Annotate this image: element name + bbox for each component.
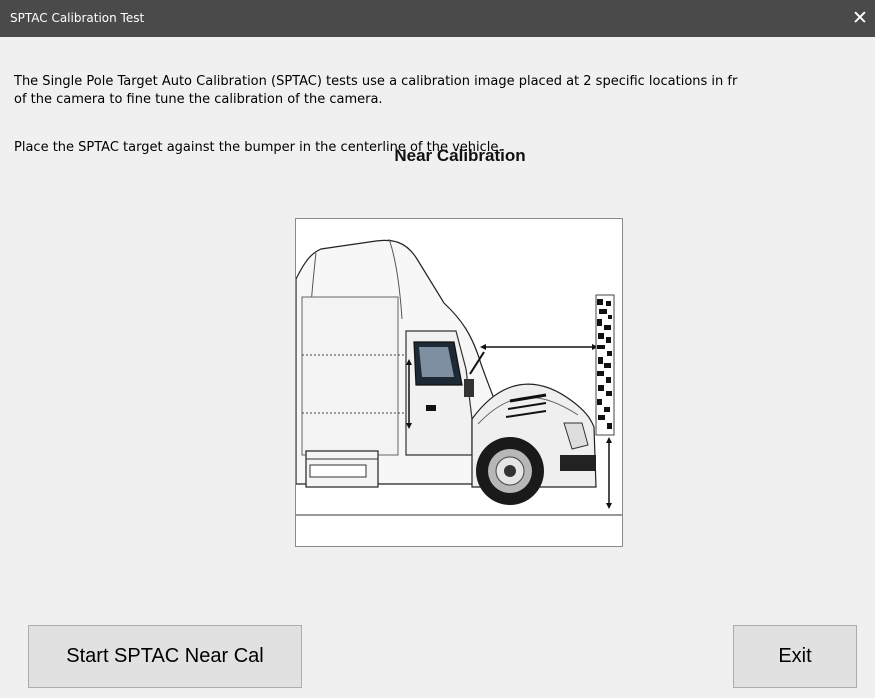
intro-text: The Single Pole Target Auto Calibration … (14, 73, 875, 109)
window-title: SPTAC Calibration Test (10, 11, 145, 25)
calibration-heading: Near Calibration (394, 146, 526, 165)
title-bar: SPTAC Calibration Test ✕ (0, 0, 875, 37)
calibration-illustration (295, 218, 623, 547)
dialog-window: SPTAC Calibration Test ✕ The Single Pole… (0, 0, 875, 698)
truck-calibration-icon (296, 219, 622, 546)
exit-button[interactable]: Exit (733, 625, 857, 688)
start-sptac-near-cal-button[interactable]: Start SPTAC Near Cal (28, 625, 302, 688)
intro-line-1: The Single Pole Target Auto Calibration … (14, 74, 738, 89)
intro-line-2: of the camera to fine tune the calibrati… (14, 92, 383, 107)
close-icon[interactable]: ✕ (845, 0, 875, 37)
